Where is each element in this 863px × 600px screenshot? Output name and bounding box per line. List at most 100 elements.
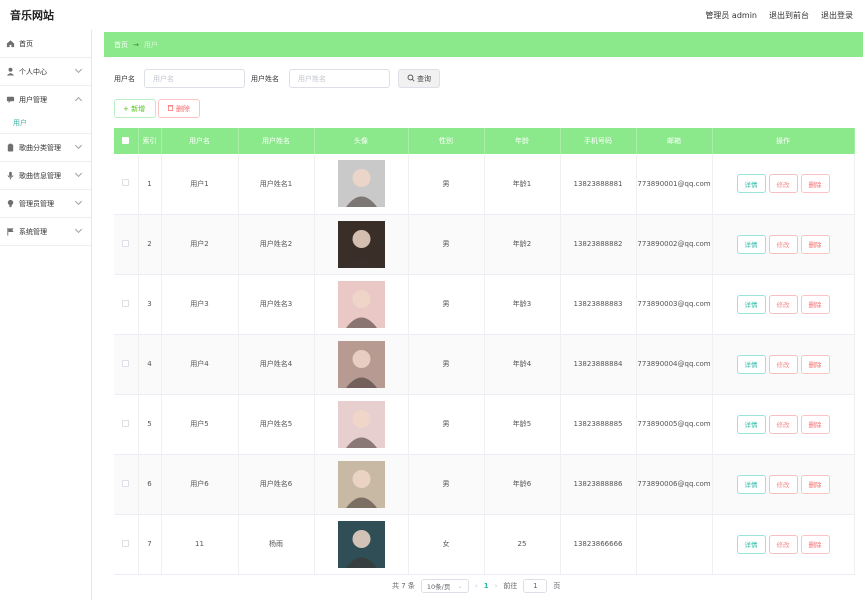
sidebar-item-label: 管理员管理 [19, 199, 54, 208]
prev-page-button[interactable]: ‹ [475, 582, 478, 590]
edit-button[interactable]: 修改 [768, 414, 798, 434]
cell-operations: 详情 修改 删除 [712, 514, 855, 575]
admin-label: 管理员 admin [705, 10, 757, 20]
sidebar-item-label: 歌曲分类管理 [19, 143, 61, 152]
delete-button[interactable]: 删除 [800, 174, 830, 194]
row-select-cell[interactable] [114, 154, 139, 215]
row-checkbox[interactable] [122, 359, 130, 367]
header-right: 管理员 admin 退出到前台 退出登录 [705, 10, 853, 21]
cell-index: 7 [138, 514, 162, 575]
delete-button[interactable]: 删除 [800, 474, 830, 494]
row-select-cell[interactable] [114, 514, 139, 575]
detail-button[interactable]: 详情 [736, 534, 766, 554]
detail-button[interactable]: 详情 [736, 414, 766, 434]
cell-email: 773890003@qq.com [636, 274, 713, 335]
delete-button[interactable]: 删除 [800, 414, 830, 434]
add-button[interactable]: + 新增 [114, 99, 156, 118]
cell-realname: 用户姓名4 [238, 334, 315, 395]
row-checkbox[interactable] [122, 419, 130, 427]
cell-index: 2 [138, 214, 162, 275]
edit-button[interactable]: 修改 [768, 474, 798, 494]
delete-button[interactable]: 删除 [800, 354, 830, 374]
cell-phone: 13823888882 [560, 214, 637, 275]
chat-icon [6, 95, 15, 104]
cell-gender: 女 [408, 514, 485, 575]
page-size-select[interactable]: 10条/页 ⌄ [420, 579, 469, 593]
row-checkbox[interactable] [122, 179, 130, 187]
cell-avatar [314, 514, 409, 575]
detail-button[interactable]: 详情 [736, 234, 766, 254]
site-brand: 音乐网站 [10, 9, 54, 22]
cell-avatar [314, 334, 409, 395]
logout-link[interactable]: 退出登录 [821, 10, 853, 21]
page-suffix: 页 [553, 582, 561, 590]
table-row: 4 用户4 用户姓名4 男年龄4 13823888884 773890004@qq.com… [114, 334, 855, 395]
clipboard-icon [6, 143, 15, 152]
table-row: 1 用户1 用户姓名1 男年龄1 13823888881 773890001@qq.com… [114, 154, 855, 215]
sidebar-item-song-category[interactable]: 歌曲分类管理 [0, 134, 91, 161]
home-icon [6, 39, 15, 48]
cell-realname: 用户姓名5 [238, 394, 315, 455]
chevron-down-icon [74, 169, 83, 178]
realname-input[interactable]: 用户姓名 [289, 69, 390, 88]
sidebar-item-song-info[interactable]: 歌曲信息管理 [0, 162, 91, 189]
detail-button[interactable]: 详情 [736, 174, 766, 194]
user-table: 索引 用户名 用户姓名 头像 性别 年龄 手机号码 邮箱 操作 1 用户1 用户姓名… [114, 128, 855, 575]
sidebar-item-user-management[interactable]: 用户管理 [0, 86, 91, 113]
detail-button[interactable]: 详情 [736, 294, 766, 314]
sidebar-item-home[interactable]: 首页 [0, 30, 91, 57]
row-checkbox[interactable] [122, 299, 130, 307]
avatar [337, 220, 385, 268]
page-number[interactable]: 1 [484, 582, 489, 590]
detail-button[interactable]: 详情 [736, 354, 766, 374]
column-header: 操作 [712, 128, 855, 154]
chevron-down-icon [74, 225, 83, 234]
row-select-cell[interactable] [114, 334, 139, 395]
cell-age: 年龄1 [484, 154, 561, 215]
edit-button[interactable]: 修改 [768, 354, 798, 374]
edit-button[interactable]: 修改 [768, 174, 798, 194]
cell-username: 用户2 [161, 214, 239, 275]
detail-button[interactable]: 详情 [736, 474, 766, 494]
row-checkbox[interactable] [122, 239, 130, 247]
row-select-cell[interactable] [114, 214, 139, 275]
row-select-cell[interactable] [114, 274, 139, 335]
cell-index: 6 [138, 454, 162, 515]
edit-button[interactable]: 修改 [768, 534, 798, 554]
delete-button[interactable]: 删除 [800, 294, 830, 314]
sidebar-item-profile[interactable]: 个人中心 [0, 58, 91, 85]
cell-avatar [314, 274, 409, 335]
edit-button[interactable]: 修改 [768, 234, 798, 254]
row-checkbox[interactable] [122, 539, 130, 547]
row-select-cell[interactable] [114, 454, 139, 515]
chevron-down-icon [74, 65, 83, 74]
goto-page-input[interactable]: 1 [523, 579, 548, 593]
sidebar-item-system[interactable]: 系统管理 [0, 218, 91, 245]
delete-button[interactable]: 删除 [800, 534, 830, 554]
table-row: 6 用户6 用户姓名6 男年龄6 13823888886 773890006@qq.com… [114, 454, 855, 515]
cell-index: 5 [138, 394, 162, 455]
cell-operations: 详情 修改 删除 [712, 334, 855, 395]
table-header-row: 索引 用户名 用户姓名 头像 性别 年龄 手机号码 邮箱 操作 [114, 128, 855, 154]
sidebar-subitem-user[interactable]: 用户 [0, 113, 91, 133]
column-header: 手机号码 [560, 128, 637, 154]
row-checkbox[interactable] [122, 479, 130, 487]
cell-age: 年龄4 [484, 334, 561, 395]
cell-index: 4 [138, 334, 162, 395]
next-page-button[interactable]: › [495, 582, 498, 590]
cell-email: 773890005@qq.com [636, 394, 713, 455]
breadcrumb-home[interactable]: 首页 [114, 40, 128, 50]
row-select-cell[interactable] [114, 394, 139, 455]
query-button[interactable]: 查询 [398, 69, 440, 88]
sidebar-item-admin-management[interactable]: 管理员管理 [0, 190, 91, 217]
select-all-cell[interactable] [114, 128, 139, 154]
to-front-link[interactable]: 退出到前台 [769, 10, 809, 21]
action-buttons: + 新增 删除 [114, 99, 200, 118]
cell-realname: 杨雨 [238, 514, 315, 575]
edit-button[interactable]: 修改 [768, 294, 798, 314]
delete-button[interactable]: 删除 [800, 234, 830, 254]
username-input[interactable]: 用户名 [144, 69, 245, 88]
cell-email: 773890001@qq.com [636, 154, 713, 215]
batch-delete-button[interactable]: 删除 [158, 99, 200, 118]
select-all-checkbox[interactable] [122, 136, 130, 144]
